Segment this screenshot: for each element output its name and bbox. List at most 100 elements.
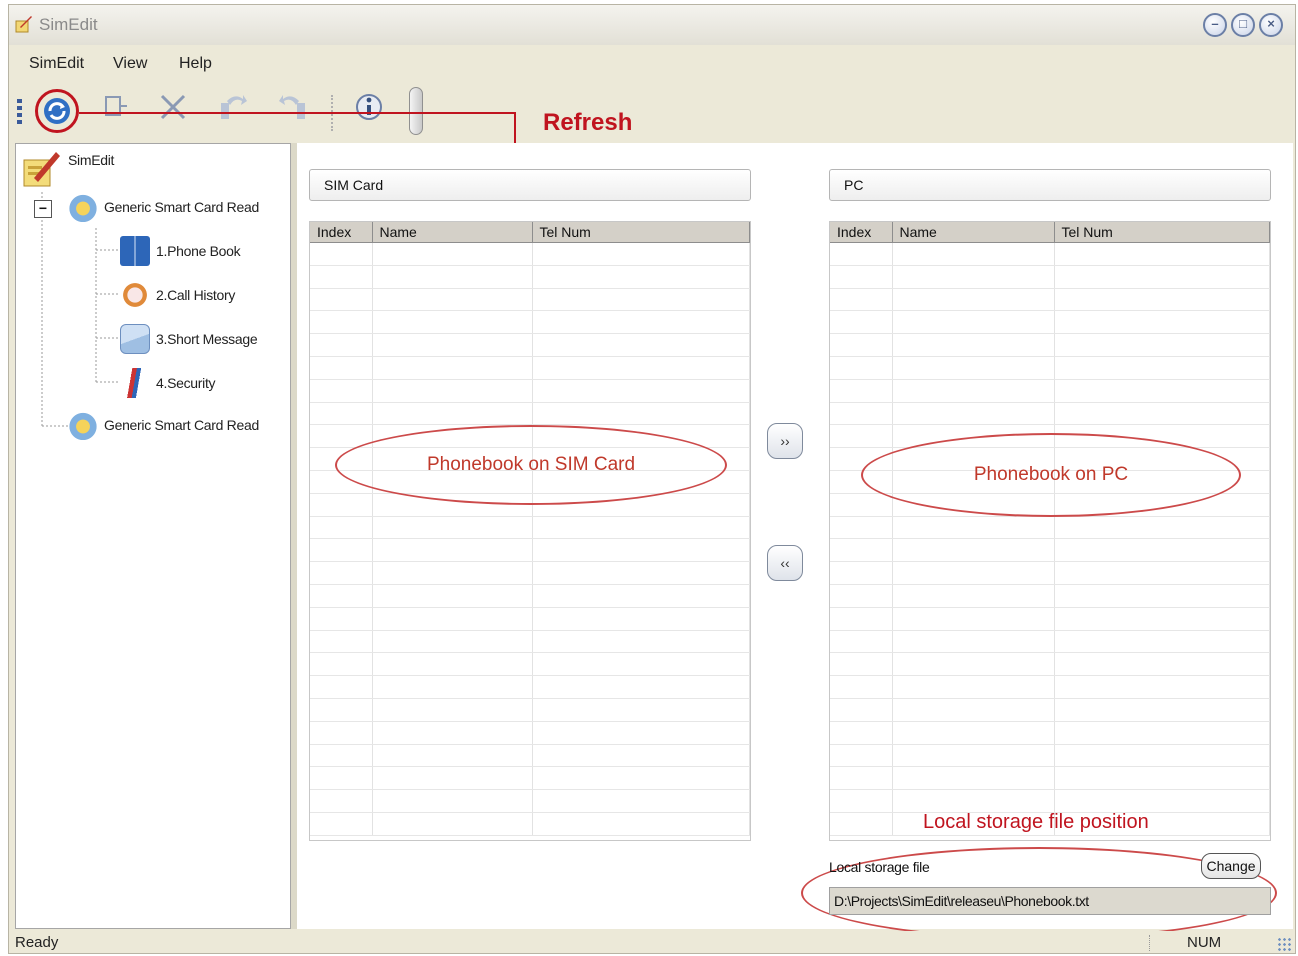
table-row[interactable]	[310, 630, 750, 654]
table-cell[interactable]	[310, 812, 373, 836]
table-cell[interactable]	[830, 812, 893, 836]
column-header-index[interactable]: Index	[830, 222, 893, 243]
tree-item-short-message[interactable]: 3.Short Message	[120, 324, 258, 354]
table-row[interactable]	[310, 402, 750, 426]
copy-to-pc-button[interactable]: ››	[767, 423, 803, 459]
table-cell[interactable]	[372, 744, 533, 768]
resize-grip-icon[interactable]	[1277, 937, 1291, 951]
table-row[interactable]	[310, 766, 750, 791]
table-cell[interactable]	[892, 675, 1055, 699]
table-cell[interactable]	[892, 356, 1055, 380]
table-cell[interactable]	[310, 721, 373, 745]
table-cell[interactable]	[1054, 516, 1270, 540]
table-cell[interactable]	[830, 356, 893, 380]
table-cell[interactable]	[830, 698, 893, 722]
table-cell[interactable]	[532, 584, 750, 608]
table-cell[interactable]	[532, 698, 750, 722]
table-row[interactable]	[830, 356, 1270, 380]
table-cell[interactable]	[372, 379, 533, 403]
copy-to-sim-button[interactable]: ‹‹	[767, 545, 803, 581]
table-cell[interactable]	[372, 242, 533, 266]
table-row[interactable]	[830, 379, 1270, 403]
table-cell[interactable]	[1054, 789, 1270, 813]
table-cell[interactable]	[532, 630, 750, 654]
table-cell[interactable]	[310, 516, 373, 540]
table-cell[interactable]	[532, 607, 750, 631]
table-cell[interactable]	[830, 333, 893, 357]
table-cell[interactable]	[1054, 721, 1270, 745]
close-button[interactable]: ×	[1259, 13, 1283, 37]
table-cell[interactable]	[830, 607, 893, 631]
table-row[interactable]	[310, 812, 750, 836]
table-row[interactable]	[830, 333, 1270, 357]
table-cell[interactable]	[532, 516, 750, 540]
tree-item-call-history[interactable]: 2.Call History	[120, 280, 235, 310]
table-cell[interactable]	[892, 538, 1055, 563]
storage-path-field[interactable]: D:\Projects\SimEdit\releaseu\Phonebook.t…	[829, 887, 1271, 915]
table-cell[interactable]	[372, 288, 533, 312]
table-row[interactable]	[830, 516, 1270, 540]
table-cell[interactable]	[310, 698, 373, 722]
table-row[interactable]	[830, 310, 1270, 335]
table-cell[interactable]	[372, 310, 533, 335]
table-cell[interactable]	[310, 789, 373, 813]
table-cell[interactable]	[1054, 356, 1270, 380]
table-row[interactable]	[310, 675, 750, 699]
table-row[interactable]	[310, 516, 750, 540]
table-row[interactable]	[830, 630, 1270, 654]
table-cell[interactable]	[372, 356, 533, 380]
table-cell[interactable]	[830, 766, 893, 791]
table-cell[interactable]	[1054, 766, 1270, 791]
table-cell[interactable]	[830, 584, 893, 608]
table-cell[interactable]	[830, 561, 893, 585]
table-cell[interactable]	[372, 630, 533, 654]
table-cell[interactable]	[892, 379, 1055, 403]
table-cell[interactable]	[1054, 288, 1270, 312]
table-cell[interactable]	[310, 766, 373, 791]
maximize-button[interactable]: □	[1231, 13, 1255, 37]
table-row[interactable]	[310, 561, 750, 585]
table-cell[interactable]	[310, 493, 373, 517]
table-cell[interactable]	[372, 766, 533, 791]
table-cell[interactable]	[372, 538, 533, 563]
table-cell[interactable]	[372, 516, 533, 540]
table-cell[interactable]	[892, 721, 1055, 745]
table-cell[interactable]	[310, 538, 373, 563]
table-cell[interactable]	[830, 310, 893, 335]
menu-help[interactable]: Help	[179, 55, 212, 73]
table-cell[interactable]	[892, 265, 1055, 289]
table-cell[interactable]	[830, 744, 893, 768]
table-cell[interactable]	[892, 584, 1055, 608]
table-cell[interactable]	[830, 493, 893, 517]
table-cell[interactable]	[830, 721, 893, 745]
menu-simedit[interactable]: SimEdit	[29, 55, 84, 73]
table-cell[interactable]	[1054, 310, 1270, 335]
table-cell[interactable]	[532, 265, 750, 289]
table-cell[interactable]	[310, 675, 373, 699]
table-row[interactable]	[830, 675, 1270, 699]
table-cell[interactable]	[310, 310, 373, 335]
table-cell[interactable]	[532, 675, 750, 699]
table-cell[interactable]	[830, 424, 893, 449]
table-row[interactable]	[310, 356, 750, 380]
table-cell[interactable]	[892, 789, 1055, 813]
table-cell[interactable]	[310, 561, 373, 585]
table-row[interactable]	[310, 789, 750, 813]
table-cell[interactable]	[310, 333, 373, 357]
table-cell[interactable]	[372, 607, 533, 631]
table-cell[interactable]	[1054, 333, 1270, 357]
table-cell[interactable]	[372, 698, 533, 722]
table-row[interactable]	[830, 698, 1270, 722]
table-cell[interactable]	[1054, 379, 1270, 403]
table-row[interactable]	[830, 766, 1270, 791]
table-cell[interactable]	[892, 698, 1055, 722]
table-row[interactable]	[830, 288, 1270, 312]
table-row[interactable]	[310, 652, 750, 677]
column-header-tel-num[interactable]: Tel Num	[532, 222, 750, 243]
table-row[interactable]	[830, 721, 1270, 745]
table-cell[interactable]	[892, 402, 1055, 426]
table-cell[interactable]	[532, 310, 750, 335]
table-cell[interactable]	[532, 766, 750, 791]
table-cell[interactable]	[310, 356, 373, 380]
table-row[interactable]	[310, 288, 750, 312]
